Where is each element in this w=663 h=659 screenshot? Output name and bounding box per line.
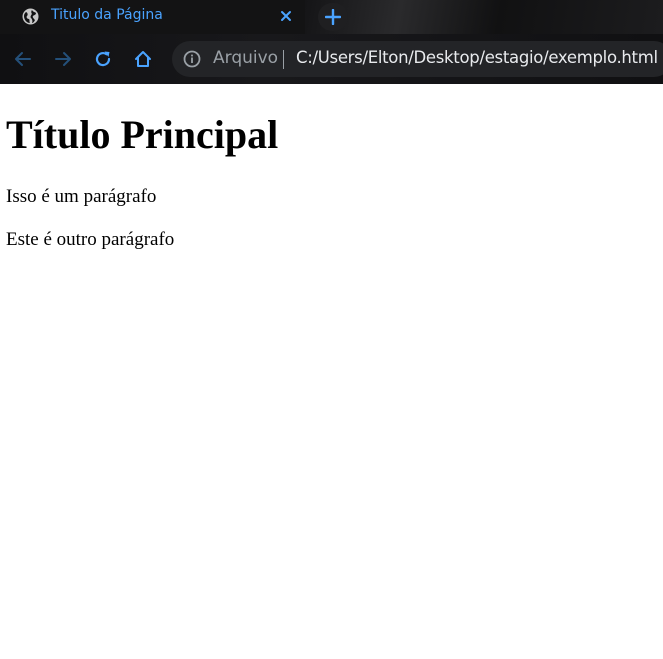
tab-strip: Titulo da Página [0, 0, 663, 34]
info-icon[interactable] [183, 50, 201, 68]
arrow-right-icon [55, 52, 71, 66]
arrow-left-icon [15, 52, 31, 66]
page-heading: Título Principal [6, 112, 279, 157]
home-icon [135, 51, 151, 67]
separator [283, 50, 284, 69]
new-tab-button[interactable] [318, 3, 348, 31]
address-bar[interactable]: Arquivo C:/Users/Elton/Desktop/estagio/e… [172, 41, 663, 77]
paragraph-2: Este é outro parágrafo [6, 229, 175, 250]
url-text[interactable]: C:/Users/Elton/Desktop/estagio/exemplo.h… [296, 48, 658, 67]
back-button[interactable] [13, 49, 33, 69]
tab-title: Titulo da Página [51, 7, 163, 23]
reload-icon [95, 51, 111, 67]
forward-button[interactable] [53, 49, 73, 69]
reload-button[interactable] [93, 49, 113, 69]
home-button[interactable] [133, 49, 153, 69]
tab-active[interactable]: Titulo da Página [0, 0, 305, 34]
globe-icon [21, 7, 40, 26]
browser-window: Titulo da Página Arquivo C:/Users/Elton/… [0, 0, 663, 659]
scheme-label: Arquivo [213, 48, 279, 68]
page-content: Título Principal Isso é um parágrafo Est… [0, 84, 663, 659]
plus-icon [325, 9, 341, 25]
close-icon[interactable] [276, 6, 296, 26]
paragraph-1: Isso é um parágrafo [6, 186, 157, 207]
toolbar: Arquivo C:/Users/Elton/Desktop/estagio/e… [0, 34, 663, 84]
